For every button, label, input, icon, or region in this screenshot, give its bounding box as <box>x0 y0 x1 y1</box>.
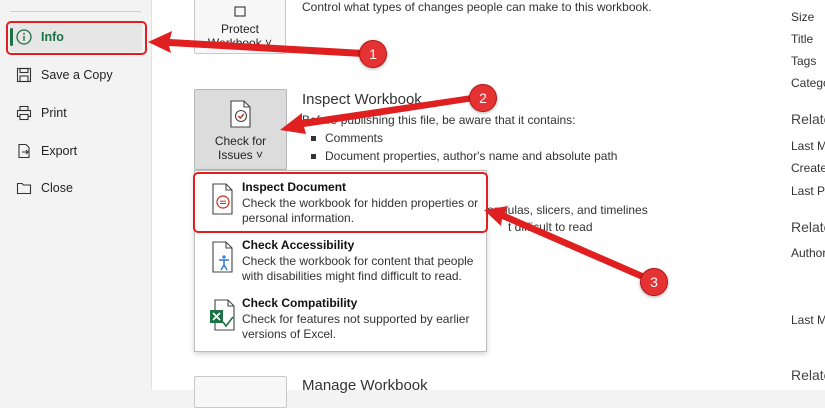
annotation-badge-2: 2 <box>469 84 497 112</box>
annotation-badge-3: 3 <box>640 268 668 296</box>
annotation-badge-1: 1 <box>359 40 387 68</box>
annotation-arrows <box>148 31 652 283</box>
arrow-3 <box>484 206 652 283</box>
arrow-1 <box>148 31 364 57</box>
arrow-2 <box>280 95 474 134</box>
